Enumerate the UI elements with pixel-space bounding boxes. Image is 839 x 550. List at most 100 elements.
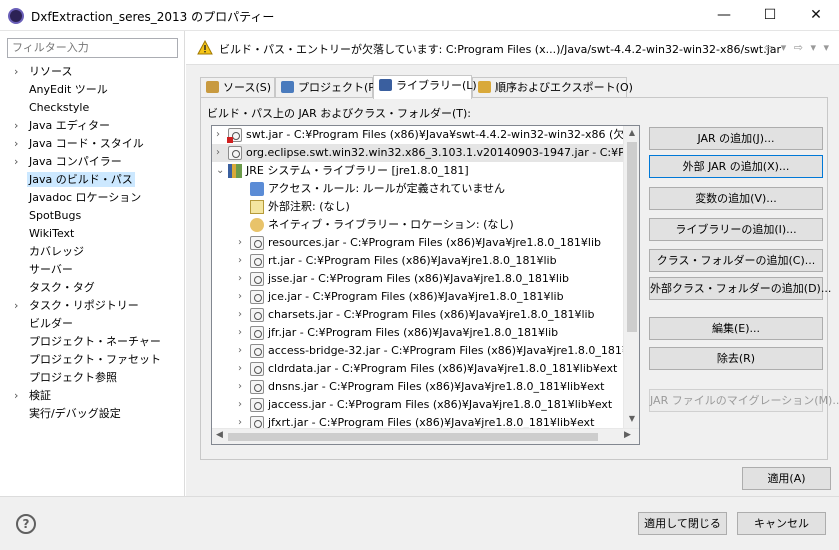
scroll-right-icon[interactable]: ▶ [624, 430, 631, 440]
cancel-button[interactable]: キャンセル [737, 512, 826, 535]
add-external-class-folder-button[interactable]: 外部クラス・フォルダーの追加(D)... [649, 277, 831, 300]
expand-icon[interactable]: › [238, 324, 248, 342]
edit-button[interactable]: 編集(E)... [649, 317, 823, 340]
eclipse-icon [8, 8, 24, 24]
history-nav-icons[interactable]: ⇦ ▾ ⇨ ▾ ▾ [764, 41, 831, 54]
nav-item[interactable]: › Java コード・スタイル [0, 135, 185, 153]
nav-item[interactable]: SpotBugs [0, 207, 185, 225]
tree-row[interactable]: アクセス・ルール: ルールが定義されていません [212, 180, 625, 198]
scroll-down-icon[interactable]: ▼ [624, 414, 639, 423]
tree-row[interactable]: ⌄ JRE システム・ライブラリー [jre1.8.0_181] [212, 162, 625, 180]
apply-and-close-button[interactable]: 適用して閉じる [638, 512, 727, 535]
scroll-left-icon[interactable]: ◀ [216, 430, 223, 440]
expand-icon[interactable]: › [216, 126, 226, 144]
jar-icon [250, 254, 264, 268]
close-button[interactable]: ✕ [793, 0, 839, 31]
build-path-tree[interactable]: › swt.jar - C:¥Program Files (x86)¥Java¥s… [211, 125, 640, 445]
tree-row-label: cldrdata.jar - C:¥Program Files (x86)¥Ja… [268, 362, 618, 375]
tab-label: ソース(S) [223, 81, 272, 94]
nav-item[interactable]: Checkstyle [0, 99, 185, 117]
chevron-right-icon[interactable]: › [14, 135, 18, 153]
horizontal-scroll-thumb[interactable] [228, 433, 598, 441]
chevron-right-icon[interactable]: › [14, 153, 18, 171]
filter-input[interactable] [7, 38, 178, 58]
tab[interactable]: 順序およびエクスポート(O) [472, 77, 633, 98]
tree-row[interactable]: ネイティブ・ライブラリー・ロケーション: (なし) [212, 216, 625, 234]
tree-row[interactable]: › jce.jar - C:¥Program Files (x86)¥Java¥j… [212, 288, 625, 306]
expand-icon[interactable]: › [238, 306, 248, 324]
collapse-icon[interactable]: ⌄ [216, 162, 226, 180]
minimize-button[interactable]: — [701, 0, 747, 31]
chevron-right-icon[interactable]: › [14, 387, 18, 405]
tree-row[interactable]: › resources.jar - C:¥Program Files (x86)¥… [212, 234, 625, 252]
add-class-folder-button[interactable]: クラス・フォルダーの追加(C)... [649, 249, 823, 272]
add-variable-button[interactable]: 変数の追加(V)... [649, 187, 823, 210]
tab[interactable]: プロジェクト(P) [275, 77, 379, 98]
tab[interactable]: ライブラリー(L) [373, 75, 477, 99]
nav-item[interactable]: プロジェクト参照 [0, 369, 185, 387]
nav-item-label: 検証 [29, 389, 51, 402]
apply-button[interactable]: 適用(A) [742, 467, 831, 490]
nav-item[interactable]: WikiText [0, 225, 185, 243]
nav-item[interactable]: Javadoc ロケーション [0, 189, 185, 207]
jar-icon [250, 362, 264, 376]
tree-row[interactable]: › swt.jar - C:¥Program Files (x86)¥Java¥s… [212, 126, 625, 144]
add-external-jar-button[interactable]: 外部 JAR の追加(X)... [649, 155, 823, 178]
tab-label: ライブラリー(L) [396, 79, 477, 92]
scroll-up-icon[interactable]: ▲ [624, 128, 639, 137]
tab[interactable]: ソース(S) [200, 77, 275, 98]
add-library-button[interactable]: ライブラリーの追加(I)... [649, 218, 823, 241]
expand-icon[interactable]: › [238, 288, 248, 306]
tree-row[interactable]: › rt.jar - C:¥Program Files (x86)¥Java¥jr… [212, 252, 625, 270]
chevron-right-icon[interactable]: › [14, 297, 18, 315]
tree-row[interactable]: › access-bridge-32.jar - C:¥Program Files… [212, 342, 625, 360]
horizontal-scrollbar[interactable]: ◀ ▶ [212, 428, 639, 444]
tab-icon [379, 79, 392, 91]
nav-item[interactable]: プロジェクト・ネーチャー [0, 333, 185, 351]
tab-bar: ソース(S) プロジェクト(P) ライブラリー(L) 順序およびエクスポート(O) [200, 75, 830, 99]
nav-item[interactable]: AnyEdit ツール [0, 81, 185, 99]
expand-icon[interactable]: › [238, 342, 248, 360]
expand-icon[interactable]: › [238, 270, 248, 288]
expand-icon[interactable]: › [238, 378, 248, 396]
tree-row-label: jaccess.jar - C:¥Program Files (x86)¥Jav… [268, 398, 613, 411]
nav-item[interactable]: Java のビルド・パス [0, 171, 185, 189]
add-jar-button[interactable]: JAR の追加(J)... [649, 127, 823, 150]
nav-item[interactable]: › Java エディター [0, 117, 185, 135]
migrate-jar-button[interactable]: JAR ファイルのマイグレーション(M)... [649, 389, 839, 412]
nav-item[interactable]: 実行/デバッグ設定 [0, 405, 185, 423]
jar-icon [250, 326, 264, 340]
chevron-right-icon[interactable]: › [14, 117, 18, 135]
expand-icon[interactable]: › [238, 234, 248, 252]
tree-row[interactable]: › charsets.jar - C:¥Program Files (x86)¥J… [212, 306, 625, 324]
nav-item[interactable]: › 検証 [0, 387, 185, 405]
expand-icon[interactable]: › [238, 252, 248, 270]
vertical-scroll-thumb[interactable] [627, 142, 637, 332]
nav-item[interactable]: カバレッジ [0, 243, 185, 261]
expand-icon[interactable]: › [216, 144, 226, 162]
tree-row[interactable]: › jsse.jar - C:¥Program Files (x86)¥Java¥… [212, 270, 625, 288]
expand-icon[interactable]: › [238, 360, 248, 378]
nav-item[interactable]: › Java コンパイラー [0, 153, 185, 171]
nav-item[interactable]: › タスク・リポジトリー [0, 297, 185, 315]
tree-row[interactable]: 外部注釈: (なし) [212, 198, 625, 216]
nav-item[interactable]: タスク・タグ [0, 279, 185, 297]
chevron-right-icon[interactable]: › [14, 63, 18, 81]
expand-icon[interactable]: › [238, 396, 248, 414]
nav-item[interactable]: プロジェクト・ファセット [0, 351, 185, 369]
nav-item[interactable]: サーバー [0, 261, 185, 279]
tree-row[interactable]: › cldrdata.jar - C:¥Program Files (x86)¥J… [212, 360, 625, 378]
vertical-scrollbar[interactable]: ▲ ▼ [623, 126, 639, 428]
maximize-button[interactable]: ☐ [747, 0, 793, 31]
tree-row[interactable]: › jaccess.jar - C:¥Program Files (x86)¥Ja… [212, 396, 625, 414]
tree-row[interactable]: › jfr.jar - C:¥Program Files (x86)¥Java¥j… [212, 324, 625, 342]
remove-button[interactable]: 除去(R) [649, 347, 823, 370]
help-icon[interactable]: ? [16, 514, 36, 534]
nav-item[interactable]: ビルダー [0, 315, 185, 333]
tree-row[interactable]: › org.eclipse.swt.win32.win32.x86_3.103.1… [212, 144, 625, 162]
nav-item-label: プロジェクト・ファセット [29, 353, 161, 366]
nav-item-label: タスク・タグ [29, 281, 95, 294]
nav-item[interactable]: › リソース [0, 63, 185, 81]
tree-row[interactable]: › dnsns.jar - C:¥Program Files (x86)¥Java… [212, 378, 625, 396]
tab-icon [478, 81, 491, 93]
